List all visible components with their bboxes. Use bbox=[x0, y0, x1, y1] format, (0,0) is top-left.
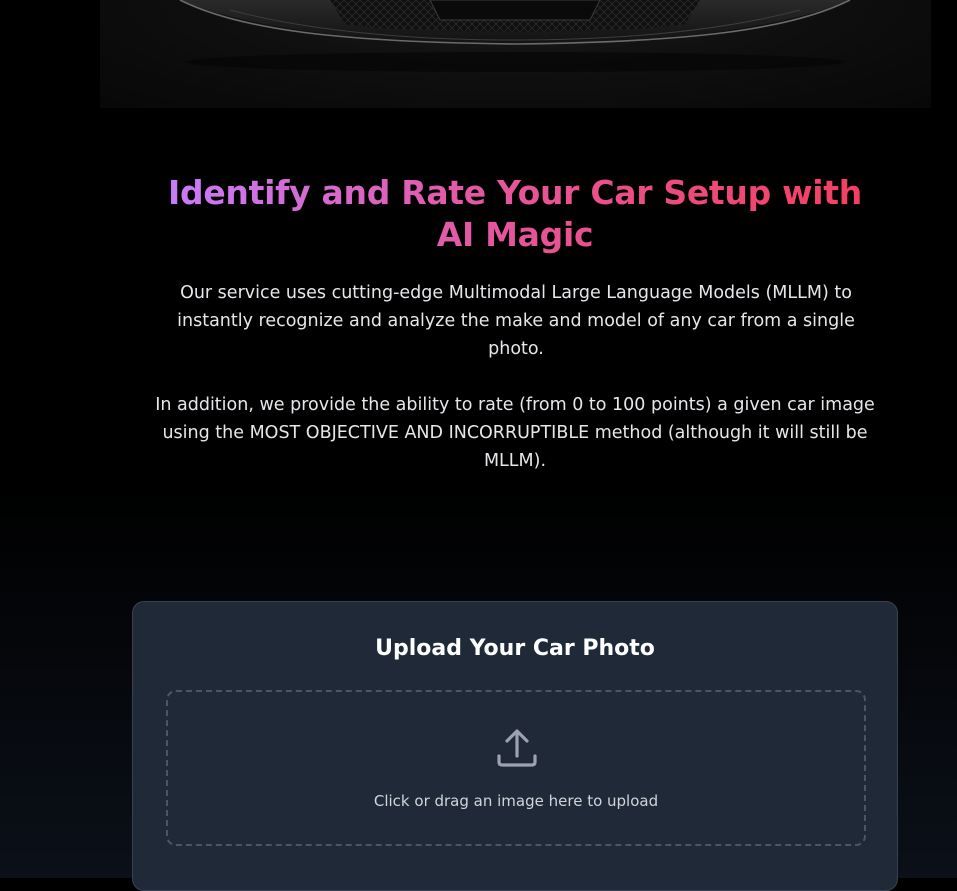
description-paragraph-2: In addition, we provide the ability to r… bbox=[155, 395, 875, 471]
upload-card: Upload Your Car Photo Click or drag an i… bbox=[132, 601, 898, 891]
upload-icon bbox=[495, 726, 539, 770]
page-headline: Identify and Rate Your Car Setup with AI… bbox=[155, 172, 875, 256]
upload-card-title: Upload Your Car Photo bbox=[375, 636, 655, 661]
car-front-graphic bbox=[179, 0, 851, 72]
hero-car-image bbox=[100, 0, 931, 108]
description-paragraph-1: Our service uses cutting-edge Multimodal… bbox=[177, 283, 855, 359]
dropzone-label: Click or drag an image here to upload bbox=[373, 792, 659, 810]
image-dropzone[interactable]: Click or drag an image here to upload bbox=[166, 690, 866, 846]
